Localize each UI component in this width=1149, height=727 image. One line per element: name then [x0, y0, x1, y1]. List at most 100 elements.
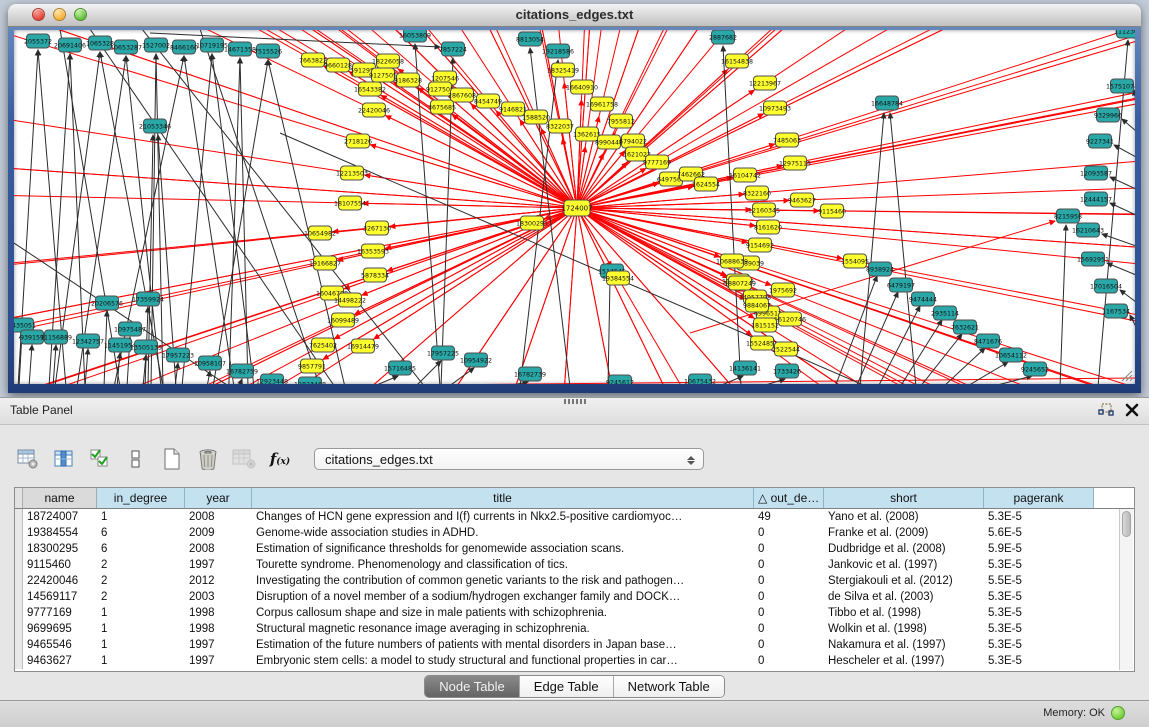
table-cell[interactable]: Stergiakouli et al. (2012): [824, 573, 984, 589]
table-row[interactable]: 977716911998Corpus callosum shape and si…: [15, 605, 1134, 621]
table-cell[interactable]: 0: [754, 573, 824, 589]
close-window-button[interactable]: [32, 8, 45, 21]
table-cell[interactable]: 1997: [185, 637, 252, 653]
table-cell[interactable]: 2009: [185, 525, 252, 541]
zoom-window-button[interactable]: [74, 8, 87, 21]
table-cell[interactable]: 22420046: [23, 573, 97, 589]
table-cell[interactable]: 1: [97, 637, 185, 653]
table-rows-button[interactable]: [122, 445, 150, 473]
table-cell[interactable]: 0: [754, 637, 824, 653]
table-row[interactable]: 1938455462009Genome-wide association stu…: [15, 525, 1134, 541]
table-cell[interactable]: [15, 573, 23, 589]
network-canvas[interactable]: 2055372206914061065328106532871527002846…: [14, 30, 1135, 384]
table-cell[interactable]: Structural magnetic resonance image aver…: [252, 621, 754, 637]
table-cell[interactable]: 0: [754, 605, 824, 621]
table-cell[interactable]: 0: [754, 541, 824, 557]
table-cell[interactable]: 1997: [185, 557, 252, 573]
row-selection-button[interactable]: [86, 445, 114, 473]
table-cell[interactable]: Genome-wide association studies in ADHD.: [252, 525, 754, 541]
column-header-year[interactable]: year: [185, 488, 252, 508]
column-header-in_degree[interactable]: in_degree: [97, 488, 185, 508]
table-cell[interactable]: de Silva et al. (2003): [824, 589, 984, 605]
canvas-resize-grip-icon[interactable]: [1119, 368, 1133, 382]
table-settings-button[interactable]: [14, 445, 42, 473]
table-cell[interactable]: 0: [754, 557, 824, 573]
table-cell[interactable]: 49: [754, 509, 824, 525]
table-cell[interactable]: [15, 541, 23, 557]
table-cell[interactable]: 2008: [185, 541, 252, 557]
table-cell[interactable]: 5.3E-5: [984, 605, 1094, 621]
table-cell[interactable]: Tibbo et al. (1998): [824, 605, 984, 621]
column-header-name[interactable]: name: [23, 488, 97, 508]
table-cell[interactable]: Estimation of significance thresholds fo…: [252, 541, 754, 557]
table-row[interactable]: 2242004622012Investigating the contribut…: [15, 573, 1134, 589]
table-cell[interactable]: [15, 605, 23, 621]
table-cell[interactable]: 19384554: [23, 525, 97, 541]
table-cell[interactable]: 0: [754, 621, 824, 637]
table-cell[interactable]: 9463627: [23, 653, 97, 669]
table-header-row[interactable]: namein_degreeyeartitle△ out_de…shortpage…: [15, 488, 1134, 509]
table-cell[interactable]: 5.5E-5: [984, 573, 1094, 589]
table-cell[interactable]: Wolkin et al. (1998): [824, 621, 984, 637]
column-header-gutter[interactable]: [15, 488, 23, 508]
table-row[interactable]: 1456911722003Disruption of a novel membe…: [15, 589, 1134, 605]
table-cell[interactable]: 2: [97, 573, 185, 589]
table-cell[interactable]: [15, 509, 23, 525]
tab-network-table[interactable]: Network Table: [614, 676, 724, 697]
table-row[interactable]: 969969511998Structural magnetic resonanc…: [15, 621, 1134, 637]
table-row[interactable]: 1872400712008Changes of HCN gene express…: [15, 509, 1134, 525]
table-cell[interactable]: 1: [97, 605, 185, 621]
table-cell[interactable]: 14569117: [23, 589, 97, 605]
table-cell[interactable]: [15, 589, 23, 605]
table-cell[interactable]: 6: [97, 525, 185, 541]
table-cell[interactable]: 1998: [185, 621, 252, 637]
tab-node-table[interactable]: Node Table: [425, 676, 520, 697]
table-cell[interactable]: [15, 637, 23, 653]
create-column-button[interactable]: [158, 445, 186, 473]
table-cell[interactable]: 9465546: [23, 637, 97, 653]
table-row[interactable]: 911546021997Tourette syndrome. Phenomeno…: [15, 557, 1134, 573]
table-cell[interactable]: 2003: [185, 589, 252, 605]
table-cell[interactable]: Yano et al. (2008): [824, 509, 984, 525]
table-cell[interactable]: Corpus callosum shape and size in male p…: [252, 605, 754, 621]
table-cell[interactable]: 5.6E-5: [984, 525, 1094, 541]
table-cell[interactable]: 1998: [185, 605, 252, 621]
table-cell[interactable]: Investigating the contribution of common…: [252, 573, 754, 589]
delete-table-button[interactable]: [230, 445, 258, 473]
table-cell[interactable]: [15, 621, 23, 637]
table-cell[interactable]: 0: [754, 653, 824, 669]
table-cell[interactable]: 6: [97, 541, 185, 557]
float-panel-icon[interactable]: [1097, 402, 1115, 418]
table-cell[interactable]: 0: [754, 589, 824, 605]
table-body[interactable]: 1872400712008Changes of HCN gene express…: [15, 509, 1134, 669]
vertical-scrollbar[interactable]: [1119, 509, 1133, 670]
table-cell[interactable]: 5.3E-5: [984, 637, 1094, 653]
window-titlebar[interactable]: citations_edges.txt: [8, 4, 1141, 27]
table-cell[interactable]: 2008: [185, 509, 252, 525]
column-header-short[interactable]: short: [824, 488, 984, 508]
column-header-pagerank[interactable]: pagerank: [984, 488, 1094, 508]
table-row[interactable]: 946362711997Embryonic stem cells: a mode…: [15, 653, 1134, 669]
table-cell[interactable]: 5.3E-5: [984, 557, 1094, 573]
table-cell[interactable]: Nakamura et al. (1997): [824, 637, 984, 653]
table-cell[interactable]: 5.3E-5: [984, 653, 1094, 669]
delete-column-button[interactable]: [194, 445, 222, 473]
table-cell[interactable]: 2: [97, 589, 185, 605]
close-panel-icon[interactable]: [1125, 403, 1139, 417]
network-window[interactable]: citations_edges.txt 20553722069140610653…: [8, 4, 1141, 393]
table-cell[interactable]: Disruption of a novel member of a sodium…: [252, 589, 754, 605]
table-cell[interactable]: Tourette syndrome. Phenomenology and cla…: [252, 557, 754, 573]
scrollbar-thumb[interactable]: [1122, 511, 1131, 537]
table-cell[interactable]: 1: [97, 653, 185, 669]
table-cell[interactable]: 9699695: [23, 621, 97, 637]
table-cell[interactable]: Jankovic et al. (1997): [824, 557, 984, 573]
table-cell[interactable]: 1: [97, 509, 185, 525]
table-row[interactable]: 1830029562008Estimation of significance …: [15, 541, 1134, 557]
table-cell[interactable]: 9777169: [23, 605, 97, 621]
table-cell[interactable]: 18300295: [23, 541, 97, 557]
table-cell[interactable]: 1: [97, 621, 185, 637]
column-visibility-button[interactable]: [50, 445, 78, 473]
table-cell[interactable]: 2012: [185, 573, 252, 589]
function-builder-button[interactable]: f(x): [266, 445, 294, 473]
table-cell[interactable]: [15, 557, 23, 573]
